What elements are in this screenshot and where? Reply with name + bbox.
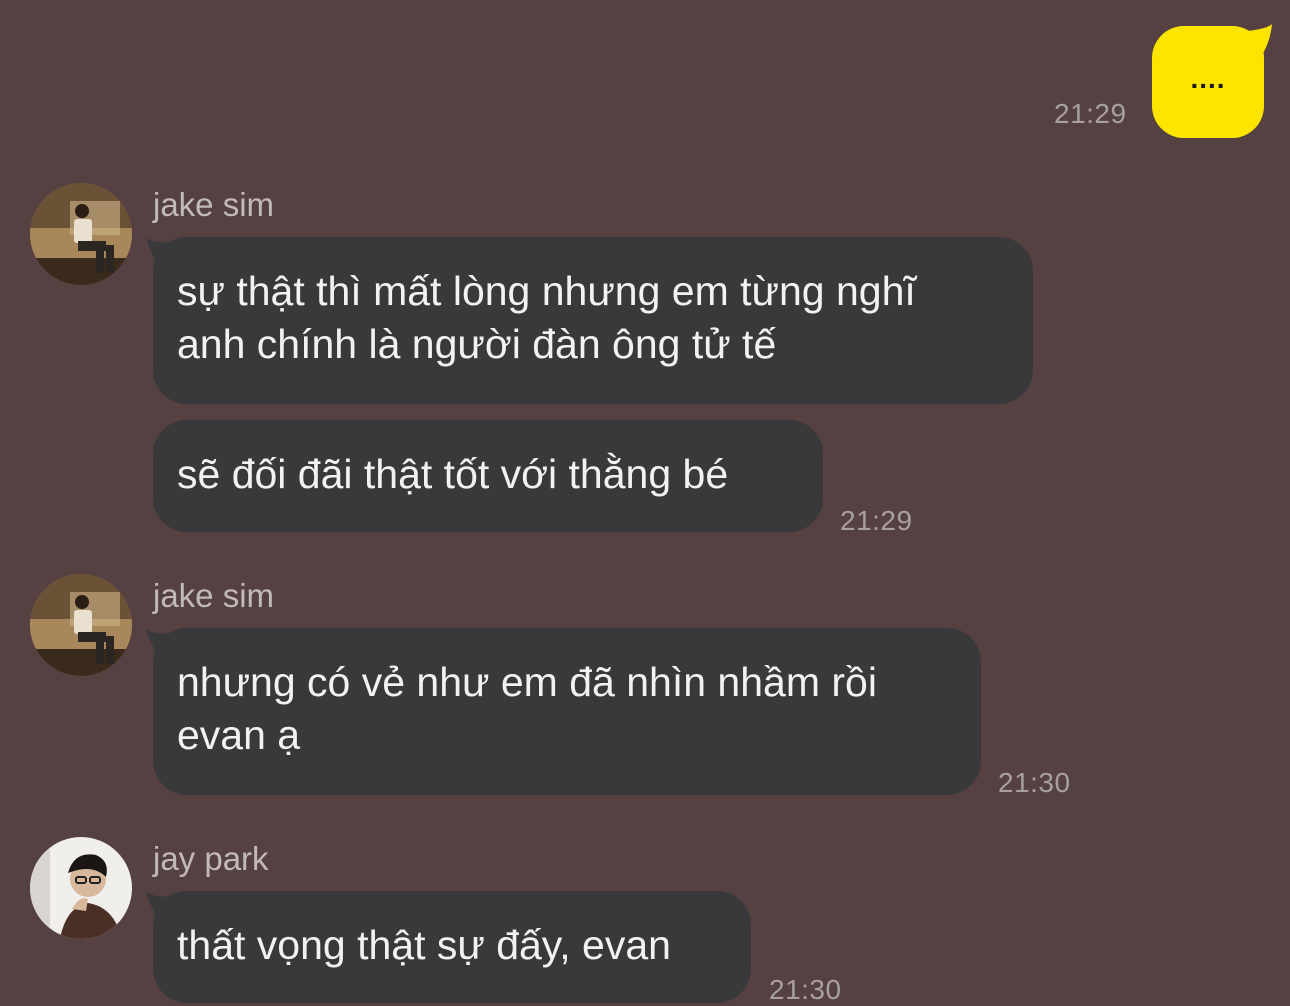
- message-time: 21:30: [998, 767, 1071, 798]
- avatar-jake-sim[interactable]: [30, 183, 132, 285]
- avatar-jake-sim[interactable]: [30, 574, 132, 676]
- sender-name: jake sim: [153, 577, 275, 614]
- sender-name: jay park: [153, 840, 269, 877]
- outgoing-message-text: ....: [1190, 63, 1226, 94]
- message-time: 21:29: [840, 505, 913, 536]
- sender-name: jake sim: [153, 186, 275, 223]
- avatar-jay-park[interactable]: [30, 837, 132, 939]
- incoming-message-bubble[interactable]: sự thật thì mất lòng nhưng em từng nghĩ …: [153, 237, 1033, 404]
- incoming-message-bubble[interactable]: nhưng có vẻ như em đã nhìn nhầm rồi evan…: [153, 628, 981, 795]
- message-time: 21:29: [1054, 98, 1127, 129]
- incoming-message-bubble[interactable]: thất vọng thật sự đấy, evan: [153, 891, 751, 1003]
- incoming-message-bubble[interactable]: sẽ đối đãi thật tốt với thằng bé: [153, 420, 823, 532]
- message-time: 21:30: [769, 974, 842, 1005]
